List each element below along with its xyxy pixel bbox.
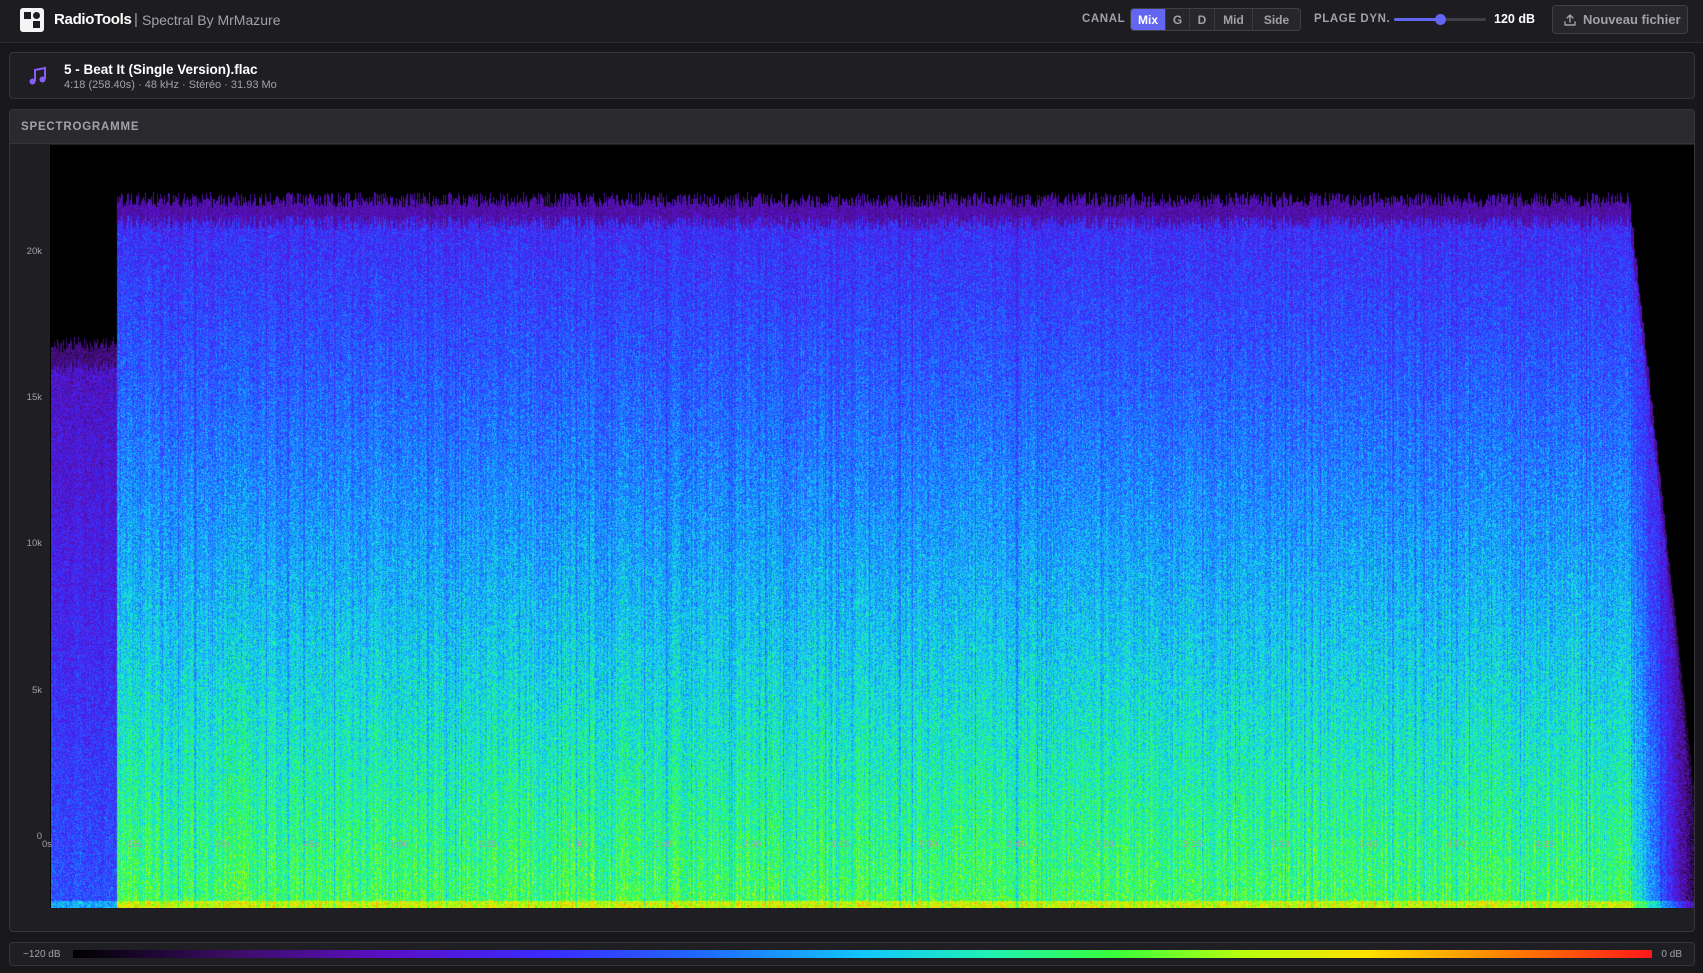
channel-left-button[interactable]: G [1166,9,1190,30]
app-subtitle: Spectral By MrMazure [142,12,281,28]
file-name: 5 - Beat It (Single Version).flac [64,62,258,77]
dynamic-range-label: PLAGE DYN. [1314,13,1391,25]
colorbar: −120 dB 0 dB [9,942,1695,966]
x-tick-label: 4:15 [1535,839,1554,850]
x-tick-label: 2:45 [1006,839,1026,850]
x-tick-label: 1:00 [390,839,409,850]
x-tick-label: 45s [303,839,319,850]
dynamic-range-thumb[interactable] [1434,14,1446,25]
channel-label: CANAL [1082,13,1126,25]
title-separator: | [134,11,138,28]
x-tick-label: 2:00 [742,839,762,850]
spectrogram-panel: SPECTROGRAMME 20k 15k 10k 5k 0 0s 15s 30s 4… [9,109,1695,932]
music-note-icon [29,66,46,85]
y-tick-10k: 10k [26,538,42,549]
spectrogram-header: SPECTROGRAMME [10,110,1694,144]
dynamic-range-fill [1394,18,1440,21]
spectrogram-image[interactable] [51,146,1694,908]
top-bar: RadioTools | Spectral By MrMazure CANAL … [0,0,1703,43]
file-metadata: 4:18 (258.40s) · 48 kHz · Stéréo · 31.93… [64,79,277,91]
x-tick-label: 30s [215,839,231,850]
x-tick-label: 2:30 [918,839,938,850]
colorbar-gradient [73,950,1652,958]
dynamic-range-value: 120 dB [1494,12,1535,26]
x-tick-label: 3:00 [1094,839,1114,850]
app-title: RadioTools [54,11,132,28]
colorbar-min-label: −120 dB [23,949,61,960]
channel-right-button[interactable]: D [1190,9,1215,30]
radiotools-logo-icon [20,8,44,32]
x-tick-label: 0s [41,839,53,850]
x-tick-label: 1:45 [654,839,673,850]
x-tick-label: 1:15 [478,839,497,850]
y-tick-5k: 5k [31,685,42,696]
channel-side-button[interactable]: Side [1253,9,1300,30]
spectrogram-title: SPECTROGRAMME [21,121,140,133]
x-tick-label: 3:45 [1359,839,1378,850]
x-tick-label: 3:15 [1183,839,1202,850]
new-file-label: Nouveau fichier [1583,12,1681,27]
x-tick-label: 3:30 [1271,839,1290,850]
channel-mix-button[interactable]: Mix [1131,9,1166,30]
colorbar-max-label: 0 dB [1661,949,1682,960]
channel-selector: Mix G D Mid Side [1130,8,1301,31]
x-tick-label: 15s [127,839,143,850]
channel-mid-button[interactable]: Mid [1215,9,1253,30]
file-info-card: 5 - Beat It (Single Version).flac 4:18 (… [9,52,1695,99]
y-tick-20k: 20k [26,246,42,257]
y-tick-15k: 15k [26,392,42,403]
x-tick-label: 1:30 [566,839,585,850]
upload-icon [1564,13,1576,26]
new-file-button[interactable]: Nouveau fichier [1552,5,1688,34]
x-tick-label: 4:00 [1447,839,1466,850]
x-tick-label: 2:15 [830,839,850,850]
